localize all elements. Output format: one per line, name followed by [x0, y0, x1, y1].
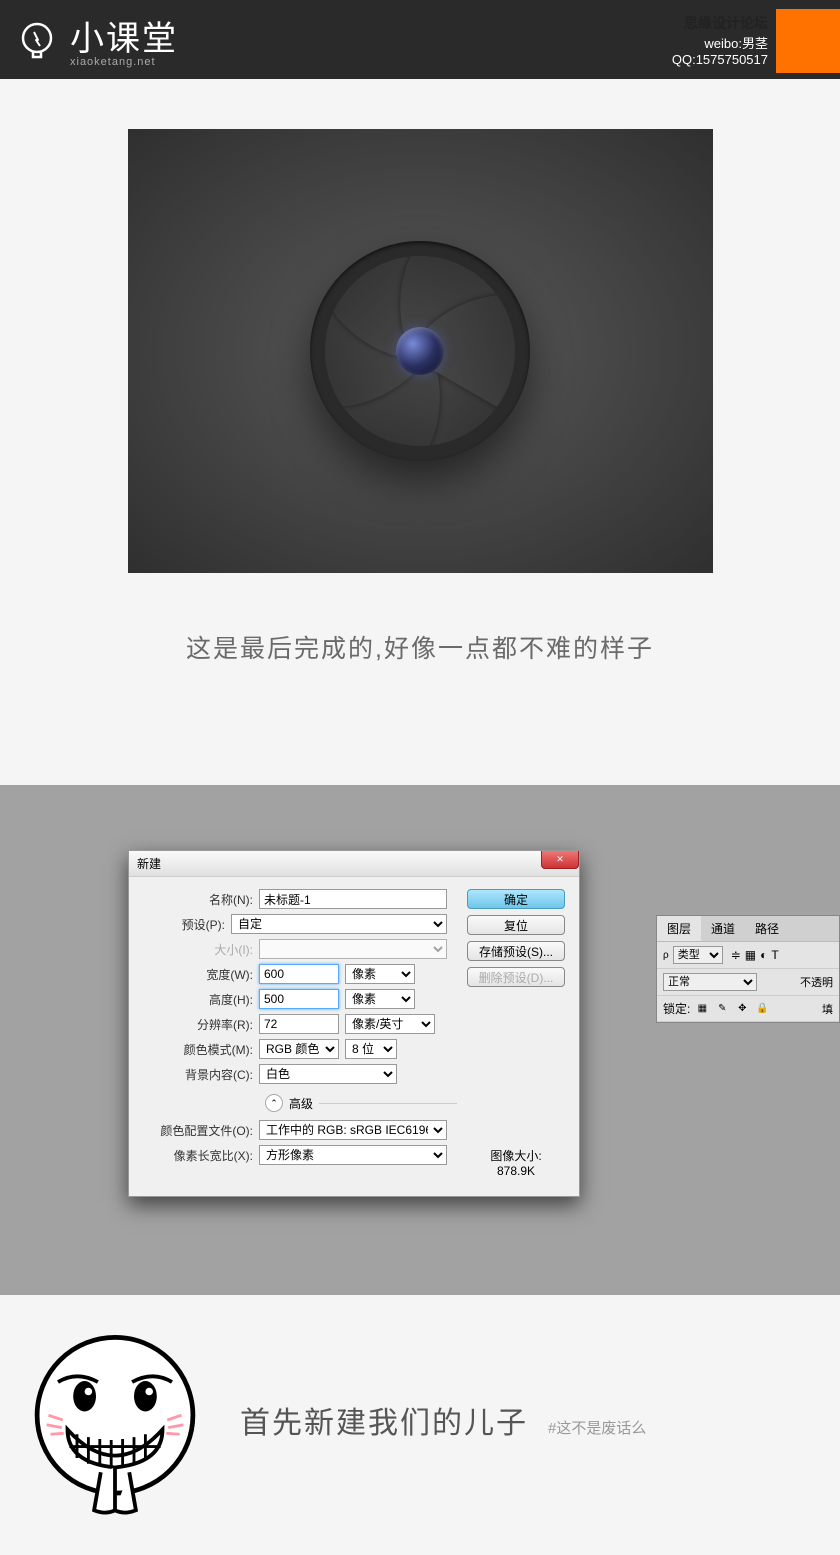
profile-select[interactable]: 工作中的 RGB: sRGB IEC6196...	[259, 1120, 447, 1140]
advanced-label: 高级	[289, 1095, 313, 1112]
bitdepth-select[interactable]: 8 位	[345, 1039, 397, 1059]
header-info: 思缘设计论坛 weibo:男茎 QQ:1575750517	[672, 7, 776, 67]
header: 小课堂 xiaoketang.net 思缘设计论坛 weibo:男茎 QQ:15…	[0, 0, 840, 79]
bulb-icon	[14, 17, 60, 63]
width-input[interactable]	[259, 964, 339, 984]
aspect-label: 像素长宽比(X):	[143, 1147, 259, 1164]
tab-channels[interactable]: 通道	[701, 916, 745, 941]
image-filter-icon[interactable]: ▦	[745, 948, 756, 962]
preset-label: 预设(P):	[143, 916, 231, 933]
footer-text: 首先新建我们的儿子 #这不是废话么	[240, 1398, 646, 1442]
colormode-label: 颜色模式(M):	[143, 1041, 259, 1058]
name-label: 名称(N):	[143, 891, 259, 908]
height-label: 高度(H):	[143, 991, 259, 1008]
preview-section: 这是最后完成的,好像一点都不难的样子	[0, 79, 840, 705]
profile-label: 颜色配置文件(O):	[143, 1122, 259, 1139]
filter-row: ρ 类型 ≑ ▦ ◐ T	[657, 942, 839, 969]
opacity-label: 不透明	[800, 974, 833, 990]
width-unit-select[interactable]: 像素	[345, 964, 415, 984]
delete-preset-button[interactable]: 删除预设(D)...	[467, 967, 565, 987]
footer-main-text: 首先新建我们的儿子	[240, 1398, 528, 1442]
width-label: 宽度(W):	[143, 966, 259, 983]
caption-text: 这是最后完成的,好像一点都不难的样子	[0, 629, 840, 665]
size-label: 图像大小:	[467, 1147, 565, 1164]
preview-canvas	[128, 129, 713, 573]
height-input[interactable]	[259, 989, 339, 1009]
blend-row: 正常 不透明	[657, 969, 839, 996]
adjust-filter-icon[interactable]: ◐	[760, 948, 767, 962]
footer: 首先新建我们的儿子 #这不是废话么	[0, 1295, 840, 1555]
name-input[interactable]	[259, 889, 447, 909]
lock-label: 锁定:	[663, 1000, 690, 1017]
qq-info: QQ:1575750517	[672, 52, 768, 67]
ok-button[interactable]: 确定	[467, 889, 565, 909]
colormode-select[interactable]: RGB 颜色	[259, 1039, 339, 1059]
lens-icon	[396, 327, 444, 375]
footer-sub-text: #这不是废话么	[548, 1417, 646, 1438]
lock-pixels-icon[interactable]: ✎	[714, 1001, 730, 1017]
lock-position-icon[interactable]: ✥	[734, 1001, 750, 1017]
tab-layers[interactable]: 图层	[657, 916, 701, 941]
orange-badge	[776, 9, 840, 73]
layers-panel: 图层 通道 路径 ρ 类型 ≑ ▦ ◐ T 正常 不透明 锁定: ▦ ✎ ✥ 🔒…	[656, 915, 840, 1023]
header-right: 思缘设计论坛 weibo:男茎 QQ:1575750517	[672, 7, 840, 73]
bg-select[interactable]: 白色	[259, 1064, 397, 1084]
panel-tabs: 图层 通道 路径	[657, 916, 839, 942]
logo-area: 小课堂 xiaoketang.net	[14, 11, 178, 68]
resolution-unit-select[interactable]: 像素/英寸	[345, 1014, 435, 1034]
logo-text: 小课堂 xiaoketang.net	[70, 11, 178, 68]
image-size-info: 图像大小: 878.9K	[467, 1147, 565, 1178]
dialog-title: 新建	[137, 855, 161, 872]
height-unit-select[interactable]: 像素	[345, 989, 415, 1009]
collapse-icon[interactable]: ⌃	[265, 1094, 283, 1112]
size-value: 878.9K	[467, 1164, 565, 1178]
dialog-titlebar[interactable]: 新建 ✕	[129, 851, 579, 877]
size-select	[259, 939, 447, 959]
form-area: 名称(N): 预设(P): 自定 大小(I): 宽度(W): 像素 高	[143, 889, 457, 1178]
lock-transparent-icon[interactable]: ▦	[694, 1001, 710, 1017]
save-preset-button[interactable]: 存储预设(S)...	[467, 941, 565, 961]
forum-name: 思缘设计论坛	[672, 13, 768, 33]
size-label: 大小(I):	[143, 941, 259, 958]
aperture-icon	[310, 241, 530, 461]
reset-button[interactable]: 复位	[467, 915, 565, 935]
meme-face-icon	[20, 1325, 210, 1515]
lock-all-icon[interactable]: 🔒	[754, 1001, 770, 1017]
fill-label: 填	[822, 1001, 833, 1017]
tab-paths[interactable]: 路径	[745, 916, 789, 941]
bg-label: 背景内容(C):	[143, 1066, 259, 1083]
type-filter-icon[interactable]: T	[771, 948, 778, 962]
resolution-input[interactable]	[259, 1014, 339, 1034]
button-area: 确定 复位 存储预设(S)... 删除预设(D)... 图像大小: 878.9K	[467, 889, 565, 1178]
logo-title: 小课堂	[70, 11, 178, 60]
close-button[interactable]: ✕	[541, 851, 579, 869]
new-document-dialog: 新建 ✕ 名称(N): 预设(P): 自定 大小(I): 宽度(W):	[128, 850, 580, 1197]
lock-row: 锁定: ▦ ✎ ✥ 🔒 填	[657, 996, 839, 1022]
resolution-label: 分辨率(R):	[143, 1016, 259, 1033]
preset-select[interactable]: 自定	[231, 914, 447, 934]
weibo-info: weibo:男茎	[672, 33, 768, 52]
blendmode-select[interactable]: 正常	[663, 973, 757, 991]
kind-select[interactable]: 类型	[673, 946, 723, 964]
dialog-section: 新建 ✕ 名称(N): 预设(P): 自定 大小(I): 宽度(W):	[0, 785, 840, 1295]
aspect-select[interactable]: 方形像素	[259, 1145, 447, 1165]
